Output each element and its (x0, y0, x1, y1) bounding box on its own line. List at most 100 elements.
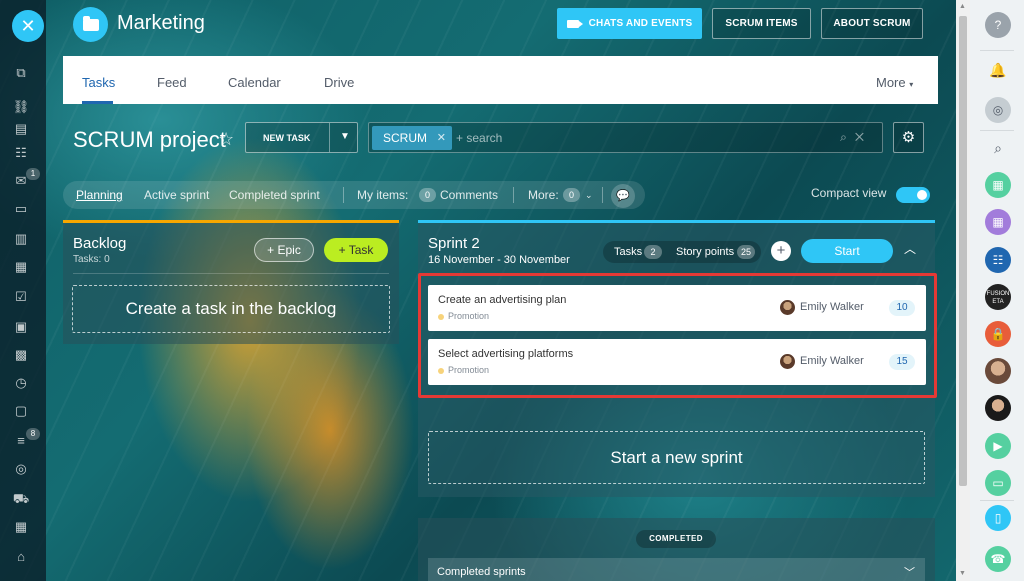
star-icon[interactable]: ☆ (218, 129, 234, 150)
calendar-event-icon[interactable]: ▦ (985, 209, 1011, 235)
gear-icon[interactable]: ⚙ (893, 122, 924, 153)
chat-icon[interactable]: ▭ (985, 470, 1011, 496)
sprint-title: Sprint 2 (428, 235, 480, 252)
close-icon[interactable]: ✕ (12, 10, 44, 42)
add-task-button[interactable]: + Task (324, 238, 388, 262)
scroll-up-icon[interactable]: ▲ (959, 3, 966, 10)
space-avatar[interactable] (73, 7, 108, 42)
divider (980, 50, 1014, 51)
tab-more[interactable]: More ▾ (876, 75, 913, 90)
clear-icon[interactable]: ✕ (855, 130, 872, 144)
avatar[interactable] (985, 395, 1011, 421)
tag-dot (438, 314, 444, 320)
task-assignee[interactable]: Emily Walker (800, 355, 864, 367)
task-title[interactable]: Create an advertising plan (438, 294, 566, 306)
story-points-badge[interactable]: 10 (889, 300, 915, 316)
plus-icon: + (267, 243, 278, 257)
feed-icon[interactable]: ▤ (12, 120, 30, 138)
apps-icon[interactable]: ▦ (12, 518, 30, 536)
start-new-sprint-area[interactable]: Start a new sprint (428, 431, 925, 484)
video-chat-icon[interactable]: ▶ (985, 433, 1011, 459)
search-input[interactable]: SCRUM ✕ + search ⌕✕ (368, 122, 883, 153)
tasks-icon[interactable]: ☑ (12, 288, 30, 306)
filter-completed-sprint[interactable]: Completed sprint (229, 188, 320, 202)
search-icon[interactable]: ⌕ (840, 130, 855, 144)
external-link-icon[interactable]: ⧉ (12, 64, 30, 82)
chats-and-events-button[interactable]: CHATS AND EVENTS (557, 8, 702, 39)
search-placeholder: + search (456, 131, 503, 145)
phone-icon[interactable]: ☎ (985, 546, 1011, 572)
sprint-task-card[interactable]: Create an advertising plan Promotion Emi… (428, 285, 926, 331)
document-icon[interactable]: ▥ (12, 230, 30, 248)
cart-icon[interactable]: ⛟ (12, 490, 30, 508)
target-icon[interactable]: ◎ (12, 460, 30, 478)
help-icon[interactable]: ? (985, 12, 1011, 38)
avatar[interactable] (780, 354, 795, 369)
start-sprint-button[interactable]: Start (801, 239, 893, 263)
scrollbar[interactable]: ▲ ▼ (956, 0, 970, 581)
tab-calendar[interactable]: Calendar (228, 75, 281, 90)
avatar[interactable] (780, 300, 795, 315)
task-assignee[interactable]: Emily Walker (800, 301, 864, 313)
scroll-down-icon[interactable]: ▼ (959, 570, 966, 577)
new-task-label: NEW TASK (263, 133, 311, 143)
group-chat-icon[interactable]: ☷ (985, 247, 1011, 273)
chat-icon[interactable]: 💬 (611, 184, 635, 208)
sites-icon[interactable]: ⌂ (12, 548, 30, 566)
task-title[interactable]: Select advertising platforms (438, 348, 573, 360)
tasks-stat-label: Tasks (614, 246, 643, 258)
bell-icon[interactable]: 🔔 (988, 60, 1008, 80)
search-icon[interactable]: ⌕ (988, 138, 1008, 158)
scrum-items-button[interactable]: SCRUM ITEMS (712, 8, 811, 39)
crm-icon[interactable]: ▩ (12, 346, 30, 364)
story-points-badge[interactable]: 15 (889, 354, 915, 370)
tab-tasks[interactable]: Tasks (82, 75, 115, 90)
messenger-icon[interactable]: ◎ (985, 97, 1011, 123)
calendar-icon[interactable]: ▦ (12, 258, 30, 276)
points-stat-label: Story points (676, 246, 735, 258)
more-count: 0 (563, 188, 580, 202)
inbox-icon[interactable]: ▭ (12, 200, 30, 218)
tab-drive[interactable]: Drive (324, 75, 354, 90)
create-backlog-task-area[interactable]: Create a task in the backlog (72, 285, 390, 333)
window-icon[interactable]: ▢ (12, 402, 30, 420)
add-sprint-task-button[interactable]: + (771, 241, 791, 261)
groups-icon[interactable]: ☷ (12, 144, 30, 162)
chevron-up-icon[interactable]: ︿ (904, 240, 916, 257)
search-chip-label: SCRUM (383, 131, 427, 145)
contact-card-icon[interactable]: ▣ (12, 318, 30, 336)
link-icon[interactable]: ⛓ (12, 98, 30, 116)
new-task-button[interactable]: NEW TASK ▼ (245, 122, 358, 153)
sprint-task-card[interactable]: Select advertising platforms Promotion E… (428, 339, 926, 385)
filter-more[interactable]: More: (528, 188, 559, 202)
compact-view-toggle[interactable] (896, 187, 930, 203)
about-scrum-button[interactable]: ABOUT SCRUM (821, 8, 923, 39)
chevron-down-icon[interactable]: ▼ (340, 131, 350, 142)
task-epic-tag[interactable]: Promotion (448, 365, 489, 375)
completed-sprints-panel: COMPLETED Completed sprints ﹀ (418, 518, 935, 581)
avatar[interactable] (985, 358, 1011, 384)
tab-bar: Tasks Feed Calendar Drive More ▾ (63, 56, 938, 104)
divider (73, 273, 389, 274)
chevron-down-icon[interactable]: ⌄ (585, 190, 593, 201)
calendar-chat-icon[interactable]: ▦ (985, 172, 1011, 198)
filter-bar: Planning Active sprint Completed sprint … (63, 181, 645, 209)
mobile-icon[interactable]: ▯ (985, 505, 1011, 531)
tab-feed[interactable]: Feed (157, 75, 187, 90)
filter-planning[interactable]: Planning (76, 188, 123, 202)
lock-icon[interactable]: 🔒 (985, 321, 1011, 347)
tag-dot (438, 368, 444, 374)
filter-comments[interactable]: Comments (440, 188, 498, 202)
completed-sprints-row[interactable]: Completed sprints ﹀ (428, 558, 925, 581)
scroll-thumb[interactable] (959, 16, 967, 486)
chip-close-icon[interactable]: ✕ (437, 126, 446, 150)
filter-active-sprint[interactable]: Active sprint (144, 188, 209, 202)
task-epic-tag[interactable]: Promotion (448, 311, 489, 321)
clock-icon[interactable]: ◷ (12, 374, 30, 392)
avatar[interactable]: FUSION ETA (985, 284, 1011, 310)
chevron-down-icon[interactable]: ﹀ (904, 564, 915, 580)
add-epic-button[interactable]: + Epic (254, 238, 314, 262)
search-filter-chip[interactable]: SCRUM ✕ (372, 126, 452, 150)
divider (980, 500, 1014, 501)
epic-label: Epic (277, 243, 301, 257)
